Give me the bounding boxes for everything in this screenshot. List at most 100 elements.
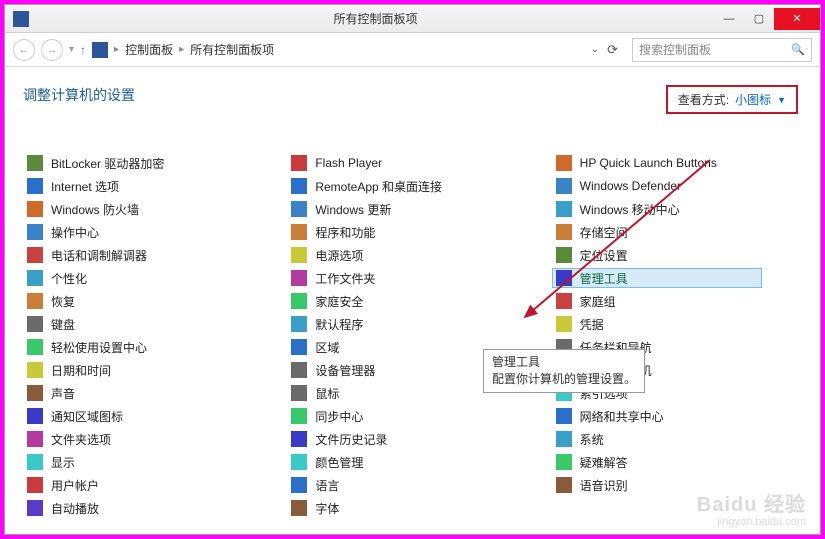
breadcrumb-item-1[interactable]: 所有控制面板项 xyxy=(190,41,274,58)
ease-of-access-icon xyxy=(27,339,43,355)
cp-item-folder-options[interactable]: 文件夹选项 xyxy=(23,429,269,449)
cp-item-windows-firewall[interactable]: Windows 防火墙 xyxy=(23,199,269,219)
forward-button[interactable]: → xyxy=(41,39,63,61)
titlebar: 所有控制面板项 — ▢ ✕ xyxy=(5,5,820,33)
cp-item-location-settings[interactable]: 定位设置 xyxy=(552,245,798,265)
item-label: 家庭安全 xyxy=(315,293,363,310)
cp-item-family-safety[interactable]: 家庭安全 xyxy=(287,291,533,311)
cp-item-windows-update[interactable]: Windows 更新 xyxy=(287,199,533,219)
item-label: 定位设置 xyxy=(580,247,628,264)
cp-item-windows-mobility[interactable]: Windows 移动中心 xyxy=(552,199,798,219)
cp-item-internet-options[interactable]: Internet 选项 xyxy=(23,176,269,196)
default-programs-icon xyxy=(291,316,307,332)
cp-item-sound[interactable]: 声音 xyxy=(23,383,269,403)
content-area: 调整计算机的设置 查看方式: 小图标 ▼ BitLocker 驱动器加密Inte… xyxy=(5,67,820,534)
cp-item-display[interactable]: 显示 xyxy=(23,452,269,472)
item-label: 疑难解答 xyxy=(580,454,628,471)
date-time-icon xyxy=(27,362,43,378)
personalization-icon xyxy=(27,270,43,286)
item-label: 恢复 xyxy=(51,293,75,310)
search-input[interactable]: 搜索控制面板 🔍 xyxy=(632,38,812,62)
chevron-right-icon: ▸ xyxy=(179,44,184,55)
cp-item-recovery[interactable]: 恢复 xyxy=(23,291,269,311)
chevron-right-icon: ▸ xyxy=(114,44,119,55)
up-button[interactable]: ↑ xyxy=(80,43,86,57)
sound-icon xyxy=(27,385,43,401)
cp-item-homegroup[interactable]: 家庭组 xyxy=(552,291,798,311)
view-by-label: 查看方式: xyxy=(678,91,729,108)
item-label: 文件夹选项 xyxy=(51,431,111,448)
breadcrumb[interactable]: ▸ 控制面板 ▸ 所有控制面板项 xyxy=(114,41,585,58)
cp-item-date-time[interactable]: 日期和时间 xyxy=(23,360,269,380)
cp-item-language[interactable]: 语言 xyxy=(287,475,533,495)
cp-item-file-history[interactable]: 文件历史记录 xyxy=(287,429,533,449)
power-options-icon xyxy=(291,247,307,263)
history-dropdown-icon[interactable]: ▾ xyxy=(69,44,74,55)
cp-item-windows-defender[interactable]: Windows Defender xyxy=(552,176,798,196)
cp-item-hp-quick-launch[interactable]: HP Quick Launch Buttons xyxy=(552,153,798,173)
tooltip: 管理工具 配置你计算机的管理设置。 xyxy=(483,349,645,393)
windows-mobility-icon xyxy=(556,201,572,217)
cp-item-admin-tools[interactable]: 管理工具 xyxy=(552,268,762,288)
item-label: 显示 xyxy=(51,454,75,471)
item-label: Internet 选项 xyxy=(51,178,119,195)
item-label: 存储空间 xyxy=(580,224,628,241)
cp-item-bitlocker[interactable]: BitLocker 驱动器加密 xyxy=(23,153,269,173)
cp-item-troubleshooting[interactable]: 疑难解答 xyxy=(552,452,798,472)
cp-item-fonts[interactable]: 字体 xyxy=(287,498,533,518)
item-label: 轻松使用设置中心 xyxy=(51,339,147,356)
item-label: 语音识别 xyxy=(580,477,628,494)
cp-item-autoplay[interactable]: 自动播放 xyxy=(23,498,269,518)
view-by-selector[interactable]: 查看方式: 小图标 ▼ xyxy=(666,85,798,114)
work-folders-icon xyxy=(291,270,307,286)
cp-item-ease-of-access[interactable]: 轻松使用设置中心 xyxy=(23,337,269,357)
item-label: BitLocker 驱动器加密 xyxy=(51,155,164,172)
address-dropdown-icon[interactable]: ⌄ xyxy=(591,44,599,55)
item-label: 字体 xyxy=(315,500,339,517)
item-label: 家庭组 xyxy=(580,293,616,310)
phone-modem-icon xyxy=(27,247,43,263)
windows-firewall-icon xyxy=(27,201,43,217)
speech-recognition-icon xyxy=(556,477,572,493)
cp-item-flash-player[interactable]: Flash Player xyxy=(287,153,533,173)
display-icon xyxy=(27,454,43,470)
location-settings-icon xyxy=(556,247,572,263)
back-button[interactable]: ← xyxy=(13,39,35,61)
admin-tools-icon xyxy=(556,270,572,286)
window-title: 所有控制面板项 xyxy=(37,10,714,27)
cp-item-sync-center[interactable]: 同步中心 xyxy=(287,406,533,426)
cp-item-personalization[interactable]: 个性化 xyxy=(23,268,269,288)
item-label: 系统 xyxy=(580,431,604,448)
item-label: Windows Defender xyxy=(580,179,681,193)
cp-item-default-programs[interactable]: 默认程序 xyxy=(287,314,533,334)
item-label: 颜色管理 xyxy=(315,454,363,471)
cp-item-power-options[interactable]: 电源选项 xyxy=(287,245,533,265)
refresh-button[interactable]: ⟳ xyxy=(607,42,618,58)
file-history-icon xyxy=(291,431,307,447)
item-label: 默认程序 xyxy=(315,316,363,333)
cp-item-user-accounts[interactable]: 用户帐户 xyxy=(23,475,269,495)
minimize-button[interactable]: — xyxy=(714,8,744,30)
cp-item-speech-recognition[interactable]: 语音识别 xyxy=(552,475,798,495)
cp-item-action-center[interactable]: 操作中心 xyxy=(23,222,269,242)
cp-item-keyboard[interactable]: 键盘 xyxy=(23,314,269,334)
cp-item-programs-features[interactable]: 程序和功能 xyxy=(287,222,533,242)
item-label: 设备管理器 xyxy=(315,362,375,379)
cp-item-storage-spaces[interactable]: 存储空间 xyxy=(552,222,798,242)
maximize-button[interactable]: ▢ xyxy=(744,8,774,30)
windows-defender-icon xyxy=(556,178,572,194)
close-button[interactable]: ✕ xyxy=(774,8,820,30)
fonts-icon xyxy=(291,500,307,516)
cp-item-color-management[interactable]: 颜色管理 xyxy=(287,452,533,472)
cp-item-network-sharing[interactable]: 网络和共享中心 xyxy=(552,406,798,426)
cp-item-notification-area[interactable]: 通知区域图标 xyxy=(23,406,269,426)
cp-item-system[interactable]: 系统 xyxy=(552,429,798,449)
cp-item-work-folders[interactable]: 工作文件夹 xyxy=(287,268,533,288)
item-label: 电源选项 xyxy=(315,247,363,264)
cp-item-phone-modem[interactable]: 电话和调制解调器 xyxy=(23,245,269,265)
mouse-icon xyxy=(291,385,307,401)
breadcrumb-item-0[interactable]: 控制面板 xyxy=(125,41,173,58)
folder-options-icon xyxy=(27,431,43,447)
cp-item-credential-manager[interactable]: 凭据 xyxy=(552,314,798,334)
cp-item-remoteapp[interactable]: RemoteApp 和桌面连接 xyxy=(287,176,533,196)
